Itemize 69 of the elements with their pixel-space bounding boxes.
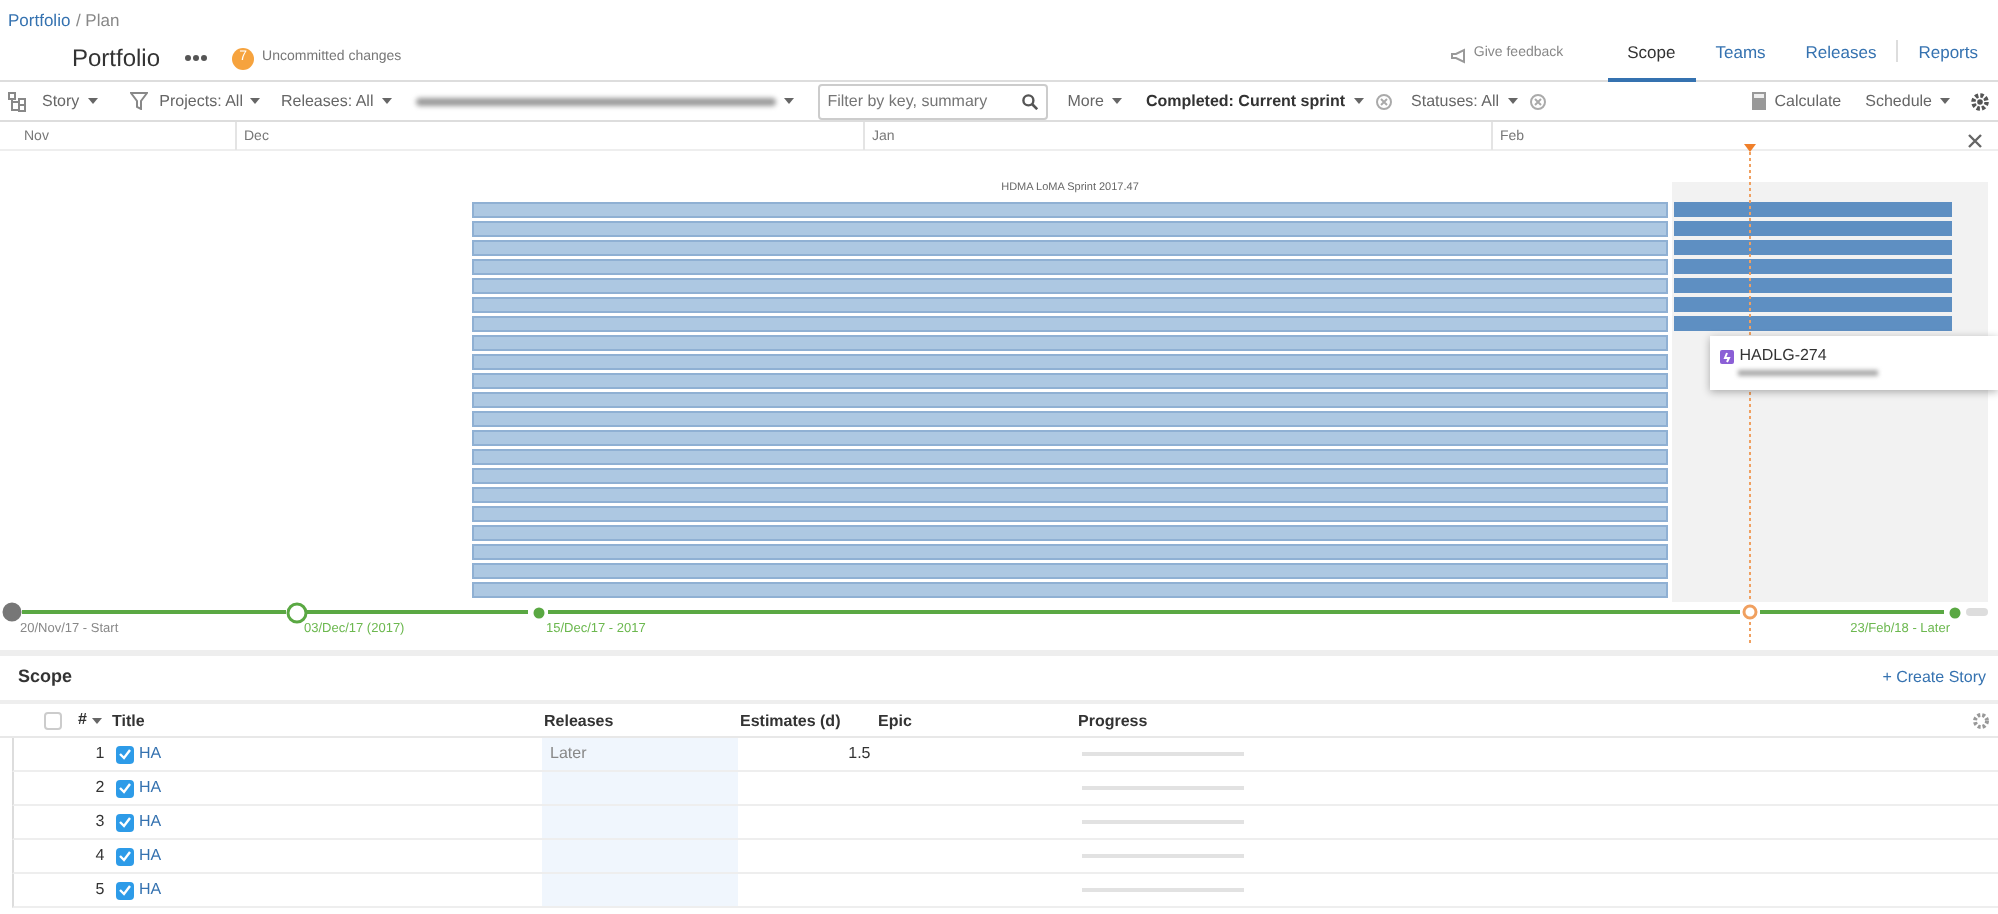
row-checkbox[interactable]	[115, 847, 134, 865]
caret-icon	[87, 98, 98, 104]
caret-icon[interactable]	[783, 98, 794, 104]
timeline-slider-track[interactable]	[22, 610, 1944, 614]
column-header[interactable]: Estimates (d)	[740, 712, 841, 730]
select-all-checkbox[interactable]	[44, 711, 63, 730]
estimate-value: 1.5	[848, 744, 871, 762]
row-checkbox[interactable]	[115, 779, 134, 797]
row-number: 3	[95, 812, 105, 830]
clear-icon[interactable]	[1529, 93, 1546, 109]
caret-icon	[1111, 98, 1122, 104]
search-icon[interactable]	[1021, 93, 1038, 109]
dropdown-button[interactable]: Schedule	[1865, 89, 1950, 113]
caret-icon	[1353, 98, 1364, 104]
caret-icon	[1507, 98, 1518, 104]
milestone-marker[interactable]	[1742, 604, 1758, 620]
row-checkbox[interactable]	[115, 813, 134, 831]
calculate-button[interactable]: Calculate	[1752, 89, 1842, 113]
row-number: 4	[95, 846, 105, 864]
releases-cell[interactable]: Later	[542, 738, 738, 770]
row-checkbox[interactable]	[115, 745, 134, 763]
row-number: 2	[95, 778, 105, 796]
milestone-marker[interactable]	[2, 602, 22, 622]
redacted-text	[1738, 370, 1878, 376]
milestone-marker[interactable]	[285, 601, 307, 623]
caret-icon[interactable]	[92, 717, 103, 724]
tab[interactable]: Teams	[1695, 28, 1786, 82]
dropdown-button[interactable]: Story	[42, 89, 98, 113]
settings-icon[interactable]	[1970, 91, 1990, 111]
caret-icon	[1940, 98, 1950, 104]
tab[interactable]: Scope	[1607, 28, 1696, 82]
row-checkbox[interactable]	[115, 881, 134, 899]
story-icon	[1720, 349, 1734, 363]
column-header[interactable]: Title	[112, 712, 145, 730]
issue-link[interactable]: HA	[139, 844, 162, 868]
filter-icon[interactable]	[129, 92, 148, 110]
tab[interactable]: Reports	[1898, 28, 1998, 82]
column-header[interactable]: Epic	[878, 712, 912, 730]
row-number: 5	[95, 880, 105, 898]
megaphone-icon	[1449, 47, 1468, 63]
column-header[interactable]: Releases	[544, 712, 614, 730]
clear-icon[interactable]	[1375, 93, 1392, 109]
dropdown-button[interactable]: Completed: Current sprint	[1145, 89, 1364, 113]
scroll-handle[interactable]	[1966, 608, 1988, 616]
issue-link[interactable]: HA	[139, 742, 162, 766]
row-number: 1	[95, 744, 105, 762]
tab[interactable]: Releases	[1785, 28, 1897, 82]
search-field[interactable]: Filter by key, summary	[817, 83, 1048, 119]
breadcrumb-text: / Plan	[75, 8, 120, 34]
page-title: Portfolio	[72, 42, 161, 76]
caret-icon	[250, 98, 261, 104]
dropdown-button[interactable]: Projects: All	[159, 89, 261, 113]
calculator-icon	[1752, 92, 1767, 110]
issue-link[interactable]: HA	[139, 776, 162, 800]
dropdown-button[interactable]: Statuses: All	[1411, 89, 1518, 113]
issue-link[interactable]: HA	[139, 878, 162, 902]
breadcrumb-link[interactable]: Portfolio	[8, 8, 71, 34]
column-header[interactable]: #	[78, 708, 87, 733]
section-title: Scope	[18, 664, 73, 691]
issue-key[interactable]: HADLG-274	[1739, 344, 1827, 368]
close-icon[interactable]	[1968, 134, 1982, 148]
dropdown-button[interactable]: Releases: All	[280, 89, 392, 113]
issue-link[interactable]: HA	[139, 810, 162, 834]
column-header[interactable]: Progress	[1078, 712, 1148, 730]
dropdown-button[interactable]: More	[1067, 89, 1122, 113]
hierarchy-icon[interactable]	[8, 91, 26, 111]
create-story-link[interactable]: + Create Story	[1882, 666, 1986, 690]
caret-icon	[381, 98, 392, 104]
more-icon[interactable]	[184, 54, 209, 62]
